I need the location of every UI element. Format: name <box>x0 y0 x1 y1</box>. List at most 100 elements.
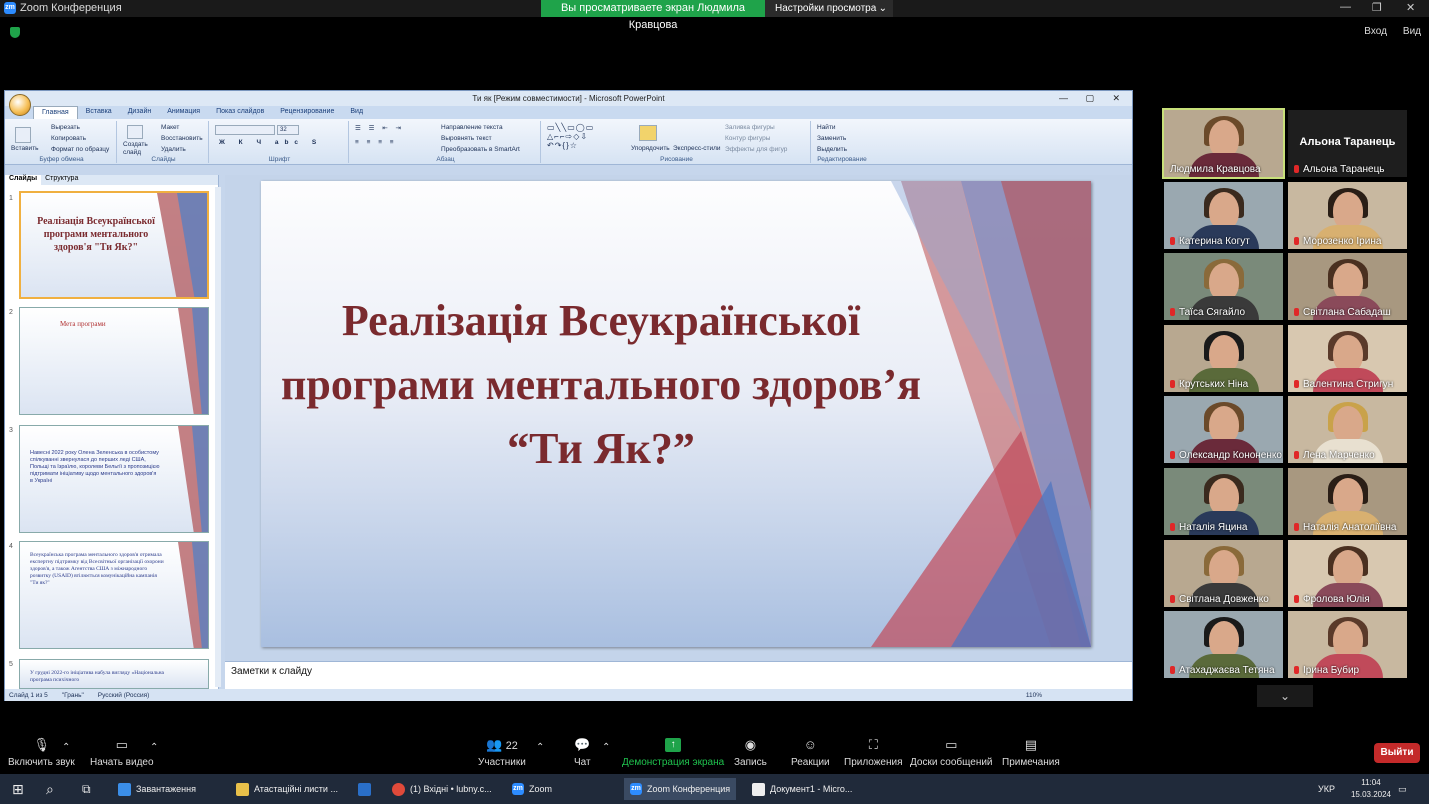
participants-button[interactable]: 👥 22 Участники <box>478 738 526 769</box>
tab-home[interactable]: Главная <box>33 106 78 119</box>
taskbar-item-zoom-meeting[interactable]: zm Zoom Конференция <box>624 778 737 800</box>
current-slide[interactable]: Реалізація Всеукраїнської програми мента… <box>261 181 1091 647</box>
chevron-down-icon[interactable]: ⌄ <box>1257 685 1313 707</box>
view-button[interactable]: Вид <box>1403 26 1421 37</box>
taskbar-item-word[interactable]: Документ1 - Micro... <box>752 780 852 798</box>
chat-button[interactable]: 💬 Чат <box>574 738 591 769</box>
slide-thumbnail-1[interactable]: Реалізація Всеукраїнської програми мента… <box>19 191 209 299</box>
paste-button[interactable]: Вставить <box>11 145 39 152</box>
search-icon[interactable]: ⌕ <box>46 780 54 798</box>
participant-tile[interactable]: Ірина Бубир <box>1288 611 1407 679</box>
taskbar-item-chrome[interactable]: (1) Вхідні • lubny.c... <box>392 780 492 798</box>
zoom-level[interactable]: 110% <box>1026 692 1042 699</box>
ppt-minimize-icon[interactable]: — <box>1059 91 1068 106</box>
taskbar-item-mail[interactable] <box>358 780 371 798</box>
audio-options-chevron[interactable]: ⌃ <box>62 742 70 753</box>
copy-button[interactable]: Копировать <box>51 135 86 142</box>
chat-chevron[interactable]: ⌃ <box>602 742 610 753</box>
maximize-icon[interactable]: ❐ <box>1372 1 1382 14</box>
view-options-button[interactable]: Настройки просмотра ⌄ <box>765 0 893 17</box>
tab-slides[interactable]: Слайды <box>5 175 42 185</box>
taskbar-item-folder[interactable]: Атастаційні листи ... <box>236 780 338 798</box>
font-format-buttons[interactable]: Ж К Ч abc S <box>219 139 322 146</box>
participants-chevron[interactable]: ⌃ <box>536 742 544 753</box>
participant-tile[interactable]: Світлана Сабадаш <box>1288 253 1407 321</box>
video-options-chevron[interactable]: ⌃ <box>150 742 158 753</box>
taskbar-clock[interactable]: 11:04 15.03.2024 <box>1351 777 1391 801</box>
tab-view[interactable]: Вид <box>342 106 371 119</box>
tab-slideshow[interactable]: Показ слайдов <box>208 106 272 119</box>
participant-tile[interactable]: Атахаджаєва Тетяна <box>1164 611 1283 679</box>
list-buttons[interactable]: ☰ ☰ ⇤ ⇥ <box>355 124 404 132</box>
office-button-icon[interactable] <box>9 94 31 116</box>
slide-thumbnail-4[interactable]: Всеукраїнська програма ментального здоро… <box>19 541 209 649</box>
cut-button[interactable]: Вырезать <box>51 124 80 131</box>
close-icon[interactable]: ✕ <box>1406 1 1415 14</box>
leave-button[interactable]: Выйти <box>1374 743 1420 763</box>
taskbar-item-downloads[interactable]: Завантаження <box>118 780 196 798</box>
shield-icon[interactable] <box>10 27 20 38</box>
format-painter-button[interactable]: Формат по образцу <box>51 146 109 153</box>
font-name-input[interactable] <box>215 125 275 135</box>
shape-outline-button[interactable]: Контур фигуры <box>725 135 770 142</box>
reset-button[interactable]: Восстановить <box>161 135 203 142</box>
quick-styles-button[interactable]: Экспресс-стили <box>673 145 721 152</box>
start-icon[interactable]: ⊞ <box>12 780 24 798</box>
panel-scrollbar[interactable] <box>215 187 221 687</box>
find-button[interactable]: Найти <box>817 124 836 131</box>
font-size-input[interactable]: 32 <box>277 125 299 135</box>
slide-thumbnail-5[interactable]: У грудні 2022-го ініціатива набула вигля… <box>19 659 209 689</box>
select-button[interactable]: Выделить <box>817 146 847 153</box>
tab-insert[interactable]: Вставка <box>78 106 120 119</box>
participant-tile[interactable]: Таїса Сягайло <box>1164 253 1283 321</box>
tab-animation[interactable]: Анимация <box>159 106 208 119</box>
new-slide-button[interactable]: Создать слайд <box>123 141 153 157</box>
slide-thumbnail-2[interactable]: Мета програми <box>19 307 209 415</box>
share-screen-button[interactable]: ↑ Демонстрация экрана <box>622 738 724 768</box>
participant-tile[interactable]: Катерина Когут <box>1164 181 1283 249</box>
notes-pane[interactable]: Заметки к слайду <box>225 661 1132 689</box>
tab-design[interactable]: Дизайн <box>120 106 160 119</box>
apps-button[interactable]: ⛶ Приложения <box>844 738 903 769</box>
shapes-gallery[interactable]: ▭╲╲▭◯▭ △⌐⌐⇨◇⇩ ↶↷{}☆ <box>547 123 594 150</box>
participant-tile[interactable]: Людмила Кравцова <box>1162 108 1285 179</box>
slide-thumbnail-3[interactable]: Навесні 2022 року Олена Зеленська в особ… <box>19 425 209 533</box>
theme-name: "Грань" <box>61 691 84 699</box>
reactions-icon: ☺ <box>803 737 817 752</box>
tab-review[interactable]: Рецензирование <box>272 106 342 119</box>
participant-tile[interactable]: Альона Таранець Альона Таранець <box>1288 110 1407 177</box>
layout-button[interactable]: Макет <box>161 124 179 131</box>
participant-tile[interactable]: Крутських Ніна <box>1164 324 1283 392</box>
participant-tile[interactable]: Наталія Яцина <box>1164 468 1283 535</box>
tab-outline[interactable]: Структура <box>41 175 82 185</box>
participant-tile[interactable]: Валентина Стригун <box>1288 324 1407 392</box>
start-video-button[interactable]: ▭ Начать видео <box>90 738 154 769</box>
text-direction-button[interactable]: Направление текста <box>441 124 503 131</box>
shape-effects-button[interactable]: Эффекты для фигур <box>725 146 787 153</box>
participant-tile[interactable]: Фролова Юлія <box>1288 539 1407 607</box>
participant-tile[interactable]: Наталія Анатоліївна <box>1288 468 1407 535</box>
replace-button[interactable]: Заменить <box>817 135 846 142</box>
notes-button[interactable]: ▤ Примечания <box>1002 738 1060 769</box>
participant-tile[interactable]: Олександр Кононенко <box>1164 396 1283 464</box>
participant-tile[interactable]: Морозенко Ірина <box>1288 181 1407 249</box>
ppt-maximize-icon[interactable]: ▢ <box>1085 91 1094 106</box>
minimize-icon[interactable]: — <box>1340 1 1351 13</box>
reactions-button[interactable]: ☺ Реакции <box>791 737 830 769</box>
delete-button[interactable]: Удалить <box>161 146 186 153</box>
align-buttons[interactable]: ≡ ≡ ≡ ≡ <box>355 139 397 146</box>
arrange-button[interactable]: Упорядочить <box>631 145 670 152</box>
language-indicator[interactable]: УКР <box>1318 780 1335 798</box>
notifications-icon[interactable]: ▭ <box>1398 780 1407 798</box>
shape-fill-button[interactable]: Заливка фигуры <box>725 124 775 131</box>
record-button[interactable]: ◉ Запись <box>734 738 767 769</box>
participant-tile[interactable]: Світлана Довженко <box>1164 539 1283 607</box>
align-text-button[interactable]: Выровнять текст <box>441 135 492 142</box>
smartart-button[interactable]: Преобразовать в SmartArt <box>441 146 520 153</box>
whiteboards-button[interactable]: ▭ Доски сообщений <box>910 738 993 769</box>
enter-button[interactable]: Вход <box>1364 26 1387 37</box>
taskbar-item-zoom[interactable]: zm Zoom <box>512 780 552 798</box>
participant-tile[interactable]: Лена Марченко <box>1288 396 1407 464</box>
ppt-close-icon[interactable]: ✕ <box>1112 91 1120 106</box>
task-view-icon[interactable]: ⧉ <box>82 780 91 798</box>
